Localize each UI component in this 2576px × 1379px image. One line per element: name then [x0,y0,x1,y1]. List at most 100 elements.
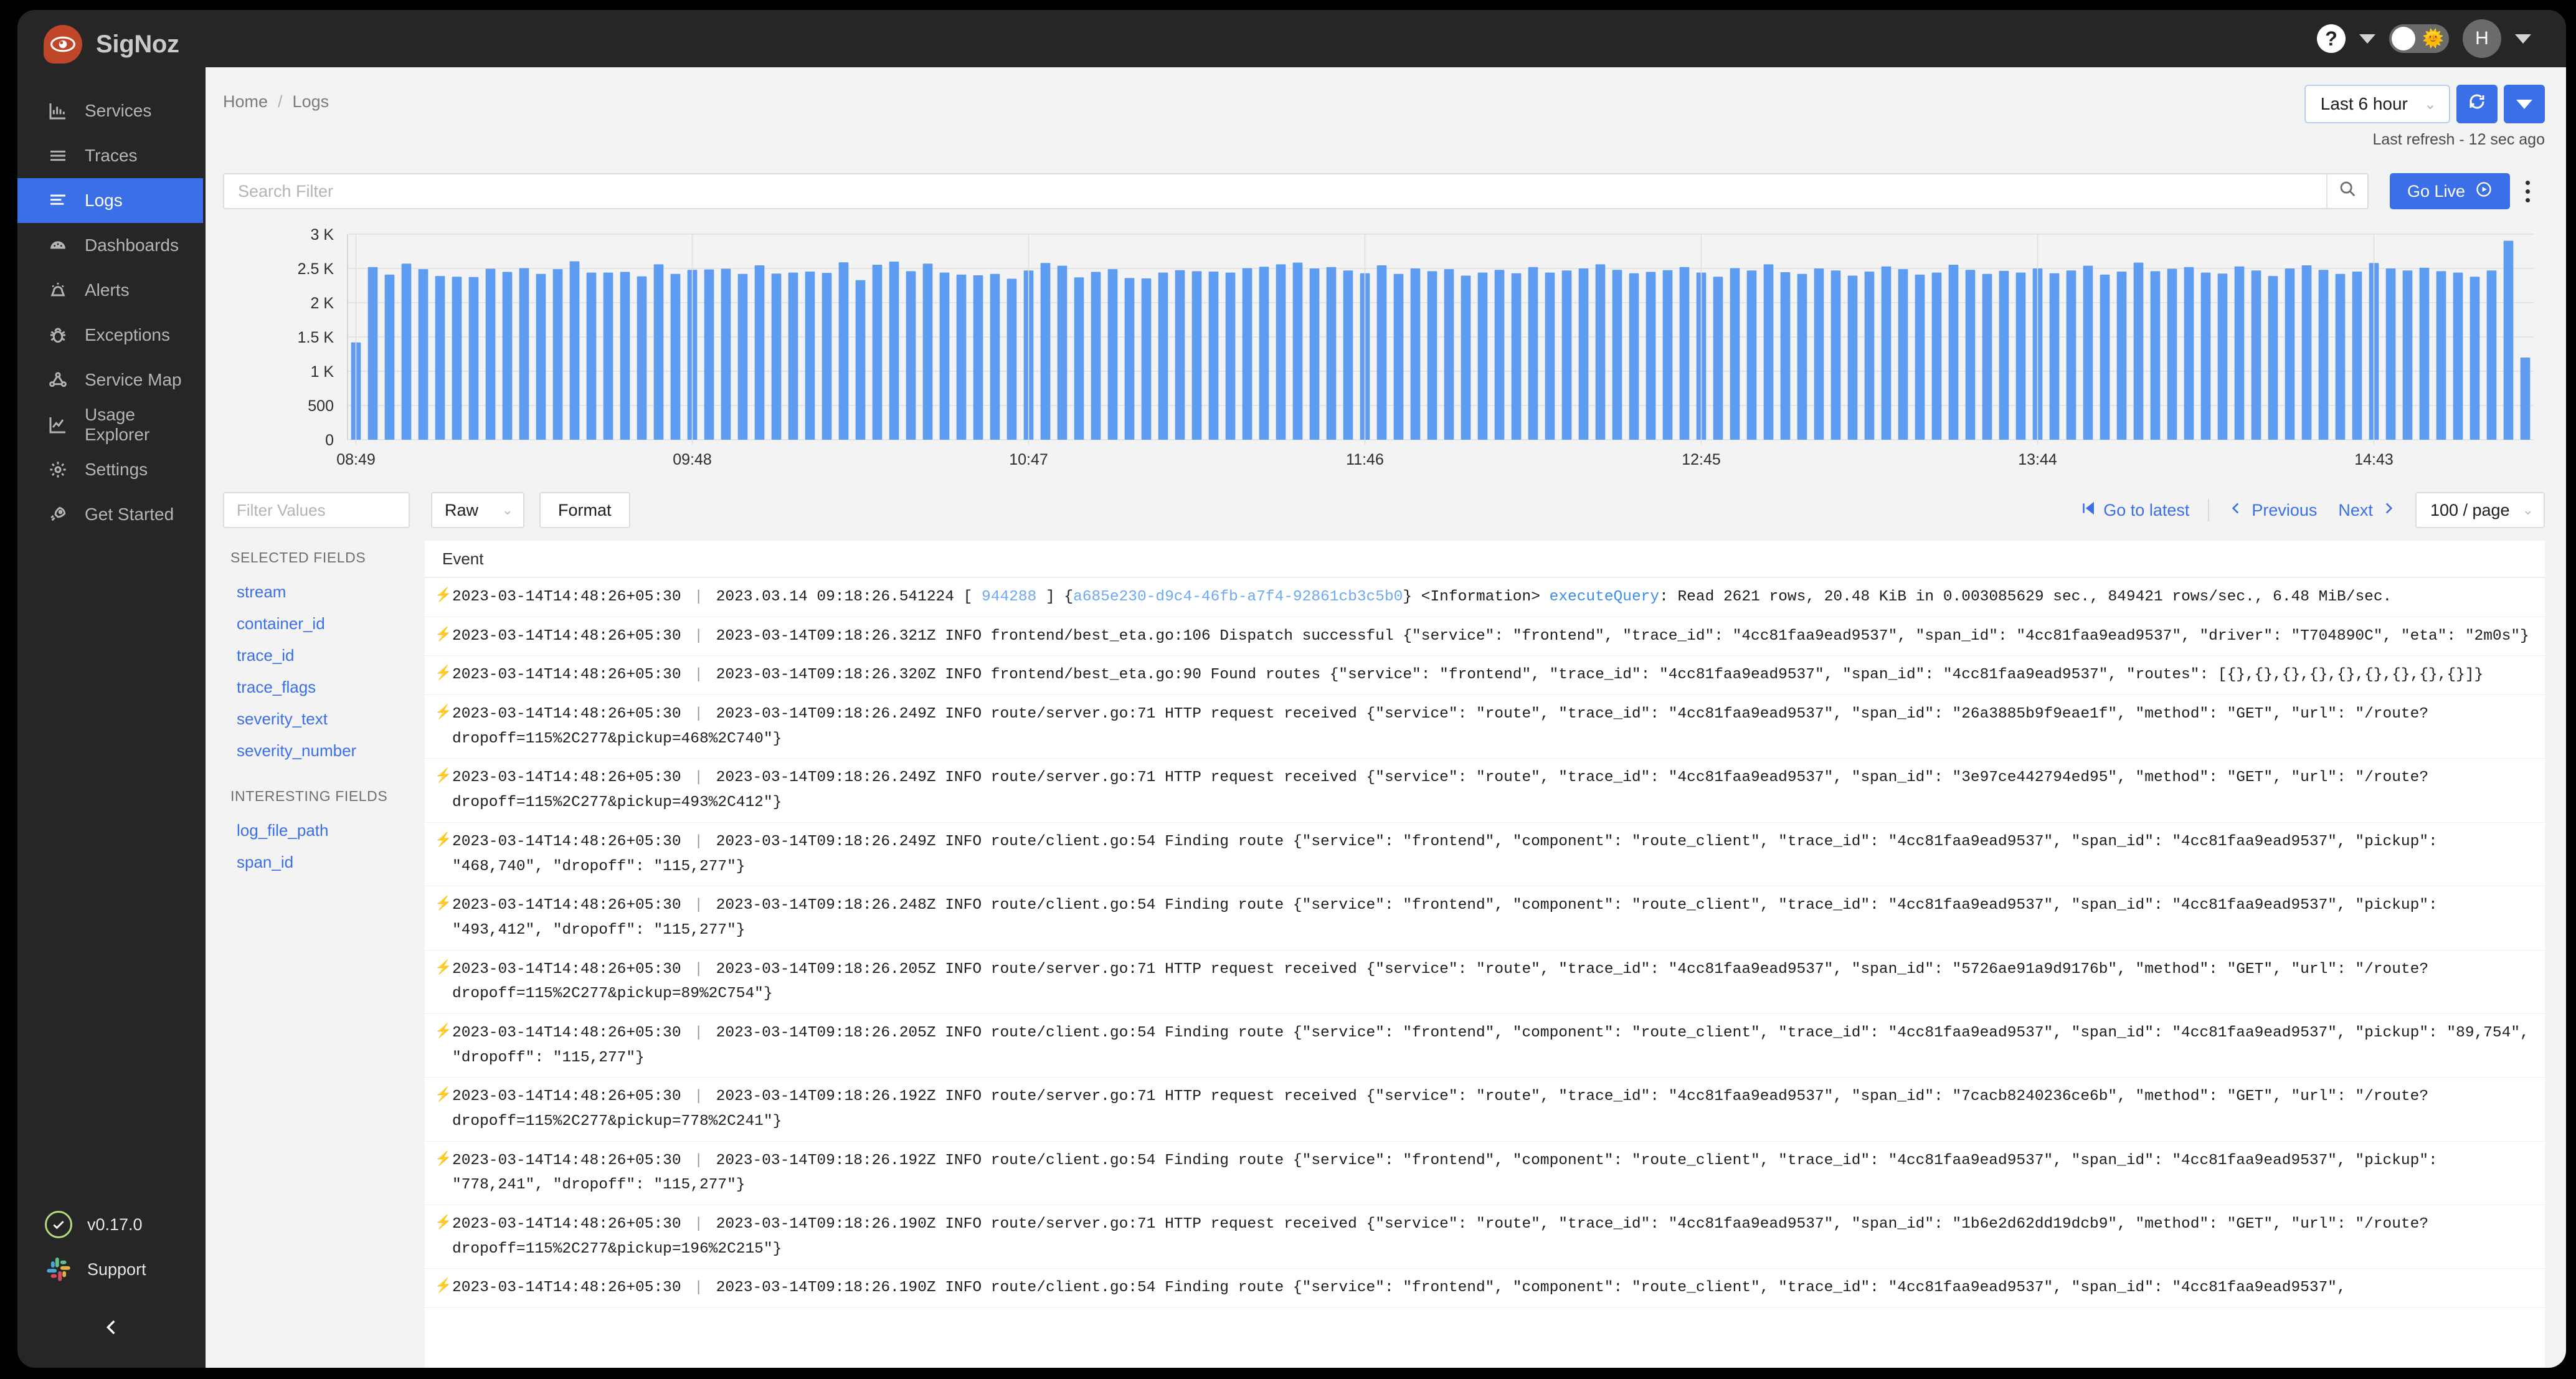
chart-bar [1074,277,1084,440]
log-entry-text: 2023-03-14T14:48:26+05:30 | 2023-03-14T0… [452,765,2532,815]
gauge-icon [47,235,69,256]
log-expand-icon[interactable]: ⚡ [435,705,452,719]
chart-bar [1763,264,1774,440]
format-button[interactable]: Format [539,492,630,528]
refresh-button[interactable] [2456,85,2498,123]
log-row[interactable]: ⚡ 2023-03-14T14:48:26+05:30 | 2023-03-14T… [425,1014,2545,1078]
chart-bar [788,272,798,440]
search-button[interactable] [2326,174,2367,208]
logs-histogram-chart[interactable]: 0 500 1 K 1.5 K 2 K 2.5 K 3 K 08:49 09:48 10:47 11… [223,223,2545,472]
log-row[interactable]: ⚡ 2023-03-14T14:48:26+05:30 | 2023-03-14T… [425,656,2545,696]
chart-bar [1931,272,1942,440]
avatar[interactable]: H [2463,19,2501,58]
sidebar-label: Service Map [85,370,182,389]
sidebar-item-traces[interactable]: Traces [17,133,203,178]
log-row[interactable]: ⚡ 2023-03-14T14:48:26+05:30 | 2023.03.14 … [425,578,2545,617]
field-item-severity_number[interactable]: severity_number [223,735,410,767]
help-icon[interactable]: ? [2317,24,2346,53]
log-expand-icon[interactable]: ⚡ [435,896,452,910]
log-expand-icon[interactable]: ⚡ [435,1279,452,1292]
field-item-stream[interactable]: stream [223,576,410,608]
breadcrumb-logs[interactable]: Logs [293,92,329,111]
sidebar-item-services[interactable]: Services [17,88,203,133]
field-item-span_id[interactable]: span_id [223,846,410,878]
breadcrumb-home[interactable]: Home [223,92,268,111]
sidebar-item-logs[interactable]: Logs [17,178,203,223]
chart-bar [2066,270,2076,440]
field-item-severity_text[interactable]: severity_text [223,703,410,735]
search-input[interactable] [224,174,2326,208]
sidebar-item-service-map[interactable]: Service Map [17,358,203,402]
time-range-select[interactable]: Last 6 hour ⌄ [2304,85,2450,123]
sidebar: SigNoz Services Traces Logs Dashboards A… [17,10,206,1368]
go-live-button[interactable]: Go Live [2389,173,2510,209]
search-container [223,173,2369,209]
log-row[interactable]: ⚡ 2023-03-14T14:48:26+05:30 | 2023-03-14T… [425,950,2545,1014]
log-body: 2023-03-14T09:18:26.192Z INFO route/serv… [452,1088,2429,1130]
log-row[interactable]: ⚡ 2023-03-14T14:48:26+05:30 | 2023-03-14T… [425,695,2545,759]
field-item-trace_flags[interactable]: trace_flags [223,671,410,703]
log-expand-icon[interactable]: ⚡ [435,1023,452,1038]
chart-bar [1528,267,1538,440]
chart-bar [569,261,580,440]
log-row[interactable]: ⚡ 2023-03-14T14:48:26+05:30 | 2023-03-14T… [425,1078,2545,1142]
log-row[interactable]: ⚡ 2023-03-14T14:48:26+05:30 | 2023-03-14T… [425,1142,2545,1206]
log-expand-icon[interactable]: ⚡ [435,627,452,641]
chart-bar [452,277,462,440]
help-dropdown-caret-icon[interactable] [2359,34,2375,44]
sidebar-item-dashboards[interactable]: Dashboards [17,223,203,268]
chart-bar [838,262,849,440]
log-row[interactable]: ⚡ 2023-03-14T14:48:26+05:30 | 2023-03-14T… [425,1269,2545,1309]
logs-table[interactable]: Event ⚡ 2023-03-14T14:48:26+05:30 | 2023.… [425,541,2545,1368]
field-item-trace_id[interactable]: trace_id [223,640,410,671]
version-row: v0.17.0 [17,1202,206,1247]
log-expand-icon[interactable]: ⚡ [435,832,452,846]
chart-bar [1662,270,1673,440]
log-expand-icon[interactable]: ⚡ [435,960,452,974]
log-row[interactable]: ⚡ 2023-03-14T14:48:26+05:30 | 2023-03-14T… [425,1205,2545,1269]
refresh-interval-dropdown[interactable] [2504,85,2545,123]
log-entry-text: 2023-03-14T14:48:26+05:30 | 2023-03-14T0… [452,830,2532,879]
version-label: v0.17.0 [87,1215,143,1234]
log-expand-icon[interactable]: ⚡ [435,1215,452,1229]
chart-bar [1477,272,1488,440]
theme-toggle[interactable]: 🌞 [2389,24,2449,53]
go-to-latest-button[interactable]: Go to latest [2080,500,2189,521]
filter-values-input[interactable] [223,492,410,528]
sidebar-item-alerts[interactable]: Alerts [17,268,203,313]
next-button[interactable]: Next [2338,500,2397,521]
support-row[interactable]: Support [17,1247,206,1292]
log-expand-icon[interactable]: ⚡ [435,666,452,680]
log-row[interactable]: ⚡ 2023-03-14T14:48:26+05:30 | 2023-03-14T… [425,823,2545,887]
chart-bar [2217,273,2228,440]
previous-button[interactable]: Previous [2228,500,2317,521]
sidebar-item-exceptions[interactable]: Exceptions [17,313,203,358]
slack-icon [45,1256,72,1283]
log-row[interactable]: ⚡ 2023-03-14T14:48:26+05:30 | 2023-03-14T… [425,759,2545,823]
sidebar-item-get-started[interactable]: Get Started [17,492,203,537]
log-row[interactable]: ⚡ 2023-03-14T14:48:26+05:30 | 2023-03-14T… [425,886,2545,950]
log-row[interactable]: ⚡ 2023-03-14T14:48:26+05:30 | 2023-03-14T… [425,617,2545,656]
support-label: Support [87,1259,146,1279]
field-item-container_id[interactable]: container_id [223,608,410,640]
brand-logo[interactable]: SigNoz [17,10,206,78]
node-graph-icon [47,369,69,391]
sidebar-collapse-button[interactable] [17,1292,206,1343]
sidebar-item-usage-explorer[interactable]: Usage Explorer [17,402,203,447]
account-dropdown-caret-icon[interactable] [2515,34,2531,44]
kebab-menu-icon[interactable] [2510,173,2545,209]
view-mode-select[interactable]: Raw ⌄ [431,492,524,528]
chart-bar [1343,270,1353,440]
chart-bar [2520,358,2531,440]
log-expand-icon[interactable]: ⚡ [435,769,452,782]
pagination-divider [2208,499,2210,521]
sidebar-label: Services [85,101,152,120]
log-expand-icon[interactable]: ⚡ [435,1151,452,1165]
page-size-select[interactable]: 100 / page ⌄ [2415,492,2545,528]
log-expand-icon[interactable]: ⚡ [435,1088,452,1101]
log-query-id: 944288 [982,589,1037,605]
sidebar-item-settings[interactable]: Settings [17,447,203,492]
log-expand-icon[interactable]: ⚡ [435,588,452,602]
field-item-log_file_path[interactable]: log_file_path [223,815,410,846]
log-body: 2023-03-14T09:18:26.190Z INFO route/clie… [716,1279,2346,1297]
